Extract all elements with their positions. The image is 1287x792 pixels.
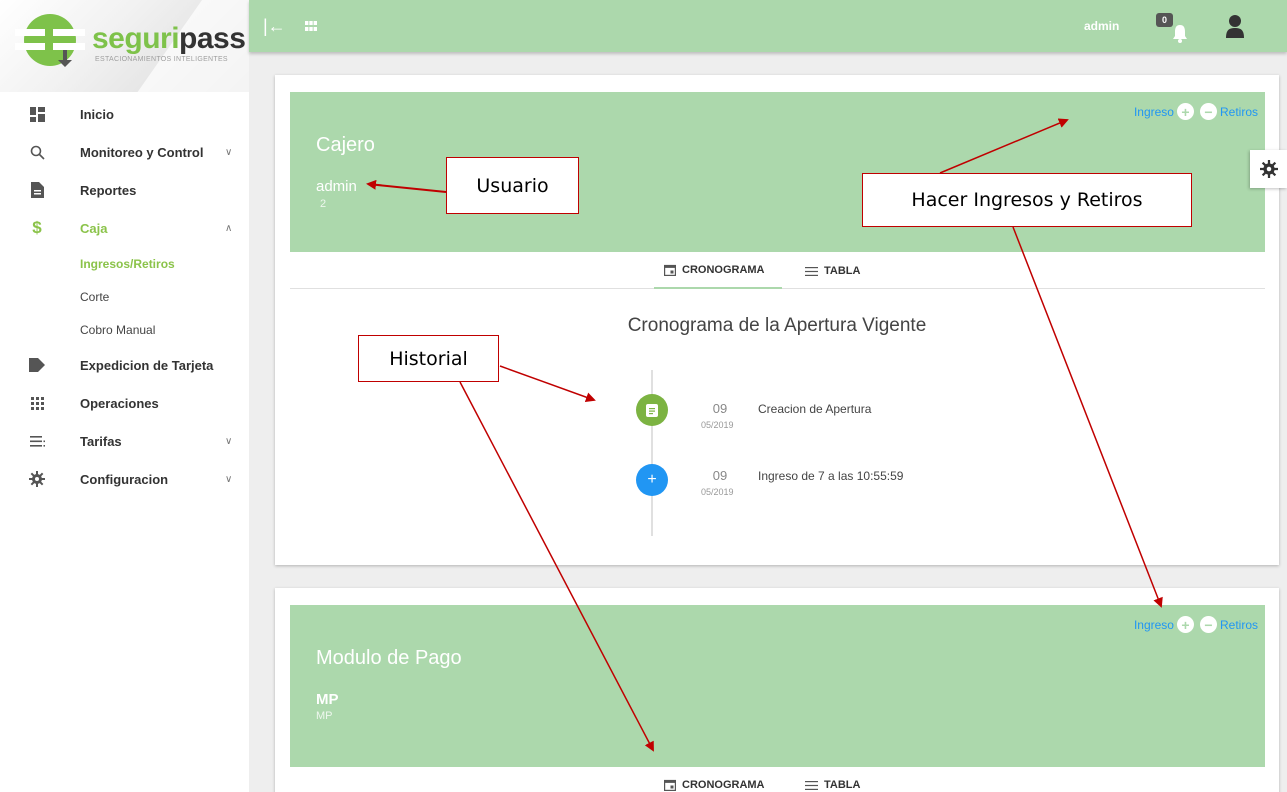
- cronograma-title: Cronograma de la Apertura Vigente: [627, 315, 927, 336]
- sidebar-item-expedicion[interactable]: Expedicion de Tarjeta: [0, 346, 249, 384]
- sidebar-item-tarifas[interactable]: Tarifas ∨: [0, 422, 249, 460]
- chevron-down-icon: ∨: [225, 473, 233, 485]
- settings-panel-button[interactable]: [1250, 150, 1287, 188]
- chevron-down-icon: ∨: [225, 435, 233, 447]
- sidebar-item-label: Reportes: [80, 182, 137, 198]
- sidebar-item-inicio[interactable]: Inicio: [0, 95, 249, 133]
- ingreso-link[interactable]: Ingreso: [1134, 618, 1174, 632]
- plus-icon: +: [636, 464, 668, 496]
- event-month: 05/2019: [701, 420, 734, 430]
- gear-icon: [1259, 160, 1278, 178]
- event-day: 09: [712, 401, 728, 416]
- plus-icon[interactable]: +: [1176, 616, 1194, 633]
- annotation-historial: Historial: [358, 335, 499, 382]
- list-icon: [28, 432, 46, 450]
- card-user-id: 2: [320, 198, 327, 210]
- user-profile-icon[interactable]: [1226, 14, 1244, 38]
- event-text: Creacion de Apertura: [758, 402, 872, 416]
- list-icon: [805, 780, 818, 790]
- chevron-up-icon: ∧: [225, 222, 233, 234]
- modulo-pago-card: Modulo de Pago MP MP Ingreso + − Retiros…: [275, 588, 1279, 792]
- card-title: Cajero: [316, 134, 375, 156]
- tab-cronograma[interactable]: CRONOGRAMA: [654, 253, 782, 289]
- card-title: Modulo de Pago: [316, 647, 462, 669]
- document-icon: [28, 181, 46, 199]
- chevron-down-icon: ∨: [225, 146, 233, 158]
- bell-icon: [1173, 25, 1187, 43]
- card-user-id: MP: [316, 710, 333, 722]
- seguripass-logo-icon: [15, 14, 85, 67]
- apps-grid-icon[interactable]: [305, 21, 317, 31]
- sidebar-item-label: Caja: [80, 220, 108, 236]
- ingreso-link[interactable]: Ingreso: [1134, 105, 1174, 119]
- tab-label: TABLA: [824, 265, 861, 277]
- sidebar: seguripass ESTACIONAMIENTOS INTELIGENTES…: [0, 0, 249, 792]
- sidebar-nav: Inicio Monitoreo y Control ∨ Reportes $ …: [0, 95, 249, 498]
- logo-area: seguripass ESTACIONAMIENTOS INTELIGENTES: [0, 0, 249, 92]
- modulo-pago-banner: Modulo de Pago MP MP Ingreso + − Retiros: [290, 605, 1265, 767]
- tag-icon: [28, 356, 46, 374]
- tab-tabla[interactable]: TABLA: [805, 767, 860, 792]
- minus-icon[interactable]: −: [1199, 103, 1217, 120]
- sidebar-item-label: Configuracion: [80, 471, 169, 487]
- cajero-banner: Cajero admin 2 Ingreso + − Retiros: [290, 92, 1265, 252]
- sidebar-item-reportes[interactable]: Reportes: [0, 171, 249, 209]
- tab-label: CRONOGRAMA: [682, 264, 765, 276]
- collapse-sidebar-icon[interactable]: |←: [263, 17, 286, 35]
- annotation-usuario: Usuario: [446, 157, 579, 214]
- sidebar-subitem-ingresos-retiros[interactable]: Ingresos/Retiros: [0, 247, 249, 280]
- sidebar-item-label: Inicio: [80, 106, 114, 122]
- tab-tabla[interactable]: TABLA: [805, 253, 860, 289]
- calendar-icon: [664, 779, 676, 791]
- ingreso-retiro-actions: Ingreso + − Retiros: [1134, 103, 1258, 120]
- brand-name: seguripass: [92, 22, 246, 55]
- card-tabs: CRONOGRAMA TABLA: [290, 253, 1265, 289]
- ingreso-retiro-actions: Ingreso + − Retiros: [1134, 616, 1258, 633]
- sidebar-item-operaciones[interactable]: Operaciones: [0, 384, 249, 422]
- annotation-hacer-ingresos-retiros: Hacer Ingresos y Retiros: [862, 173, 1192, 227]
- brand-tagline: ESTACIONAMIENTOS INTELIGENTES: [95, 56, 228, 63]
- topbar-username[interactable]: admin: [1084, 19, 1119, 33]
- sidebar-item-label: Operaciones: [80, 395, 159, 411]
- card-user: MP: [316, 691, 339, 708]
- sidebar-item-configuracion[interactable]: Configuracion ∨: [0, 460, 249, 498]
- retiros-link[interactable]: Retiros: [1220, 105, 1258, 119]
- search-icon: [28, 143, 46, 161]
- list-icon: [805, 266, 818, 276]
- sidebar-item-monitoreo[interactable]: Monitoreo y Control ∨: [0, 133, 249, 171]
- calendar-icon: [664, 264, 676, 276]
- sidebar-item-label: Monitoreo y Control: [80, 144, 204, 160]
- apps-icon: [28, 394, 46, 412]
- minus-icon[interactable]: −: [1199, 616, 1217, 633]
- tab-cronograma[interactable]: CRONOGRAMA: [654, 767, 782, 792]
- retiros-link[interactable]: Retiros: [1220, 618, 1258, 632]
- sidebar-item-label: Tarifas: [80, 433, 122, 449]
- event-day: 09: [712, 468, 728, 483]
- sidebar-subitem-corte[interactable]: Corte: [0, 280, 249, 313]
- sidebar-item-label: Expedicion de Tarjeta: [80, 357, 214, 373]
- sidebar-subitem-cobro-manual[interactable]: Cobro Manual: [0, 313, 249, 346]
- dollar-icon: $: [32, 218, 42, 237]
- event-month: 05/2019: [701, 487, 734, 497]
- sidebar-item-caja[interactable]: $ Caja ∧: [0, 209, 249, 247]
- plus-icon[interactable]: +: [1176, 103, 1194, 120]
- notification-count-badge: 0: [1156, 13, 1174, 27]
- notifications-button[interactable]: 0: [1156, 13, 1192, 45]
- card-user: admin: [316, 178, 357, 195]
- card-tabs: CRONOGRAMA TABLA: [290, 767, 1265, 792]
- gear-icon: [28, 470, 46, 488]
- tab-label: CRONOGRAMA: [682, 779, 765, 791]
- event-text: Ingreso de 7 a las 10:55:59: [758, 469, 904, 483]
- dashboard-icon: [28, 105, 46, 123]
- document-icon: [636, 394, 668, 426]
- top-bar: |← admin 0: [249, 0, 1287, 52]
- cajero-card: Cajero admin 2 Ingreso + − Retiros CRONO…: [275, 75, 1279, 565]
- tab-label: TABLA: [824, 779, 861, 791]
